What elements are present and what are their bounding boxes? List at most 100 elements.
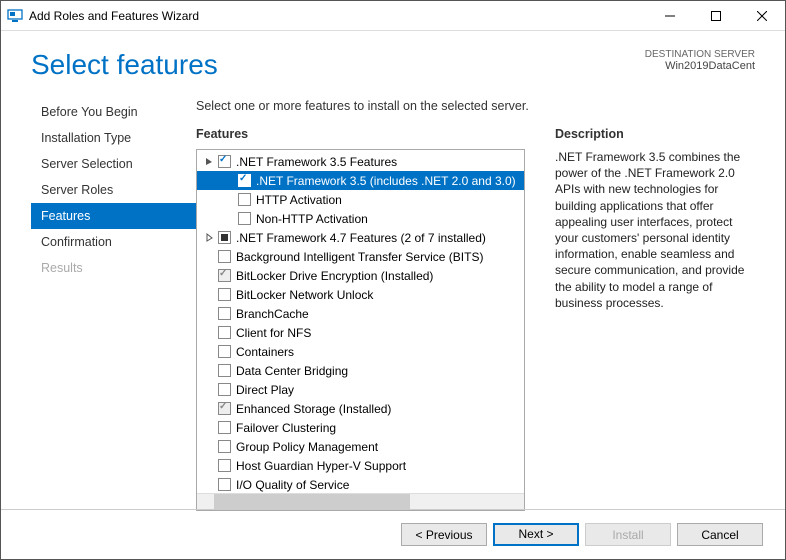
close-button[interactable] <box>739 1 785 30</box>
feature-label: Failover Clustering <box>236 421 336 435</box>
no-expander <box>203 346 215 358</box>
no-expander <box>203 270 215 282</box>
no-expander <box>203 441 215 453</box>
wizard-step[interactable]: Features <box>31 203 196 229</box>
previous-button[interactable]: < Previous <box>401 523 487 546</box>
next-button[interactable]: Next > <box>493 523 579 546</box>
destination-server-label: DESTINATION SERVER Win2019DataCent <box>645 49 755 72</box>
feature-tree-item[interactable]: Group Policy Management <box>197 437 524 456</box>
page-title: Select features <box>31 49 645 81</box>
no-expander <box>223 194 235 206</box>
feature-tree-item[interactable]: Containers <box>197 342 524 361</box>
feature-checkbox[interactable] <box>218 459 231 472</box>
wizard-step[interactable]: Server Selection <box>31 151 196 177</box>
feature-label: Host Guardian Hyper-V Support <box>236 459 406 473</box>
description-text: .NET Framework 3.5 combines the power of… <box>555 149 755 311</box>
feature-label: .NET Framework 3.5 (includes .NET 2.0 an… <box>256 174 516 188</box>
feature-tree-item[interactable]: Host Guardian Hyper-V Support <box>197 456 524 475</box>
feature-tree-item[interactable]: Direct Play <box>197 380 524 399</box>
feature-label: Client for NFS <box>236 326 311 340</box>
feature-label: BitLocker Drive Encryption (Installed) <box>236 269 433 283</box>
feature-checkbox[interactable] <box>218 478 231 491</box>
no-expander <box>203 403 215 415</box>
horizontal-scrollbar[interactable] <box>197 493 524 510</box>
feature-label: Non-HTTP Activation <box>256 212 368 226</box>
cancel-button[interactable]: Cancel <box>677 523 763 546</box>
feature-label: BranchCache <box>236 307 309 321</box>
feature-checkbox[interactable] <box>218 307 231 320</box>
feature-label: .NET Framework 3.5 Features <box>236 155 397 169</box>
titlebar: Add Roles and Features Wizard <box>1 1 785 31</box>
feature-label: I/O Quality of Service <box>236 478 349 492</box>
maximize-button[interactable] <box>693 1 739 30</box>
no-expander <box>203 422 215 434</box>
features-tree[interactable]: .NET Framework 3.5 Features .NET Framewor… <box>197 150 524 493</box>
collapse-icon[interactable] <box>203 156 215 168</box>
feature-tree-item[interactable]: Data Center Bridging <box>197 361 524 380</box>
feature-checkbox[interactable] <box>218 326 231 339</box>
feature-label: BitLocker Network Unlock <box>236 288 373 302</box>
no-expander <box>203 289 215 301</box>
feature-checkbox[interactable] <box>238 193 251 206</box>
feature-tree-item[interactable]: Non-HTTP Activation <box>197 209 524 228</box>
no-expander <box>223 213 235 225</box>
feature-tree-item[interactable]: BranchCache <box>197 304 524 323</box>
feature-checkbox[interactable] <box>218 364 231 377</box>
feature-label: Direct Play <box>236 383 294 397</box>
feature-tree-item[interactable]: .NET Framework 3.5 Features <box>197 152 524 171</box>
feature-label: .NET Framework 4.7 Features (2 of 7 inst… <box>236 231 486 245</box>
feature-tree-item[interactable]: Background Intelligent Transfer Service … <box>197 247 524 266</box>
feature-tree-item[interactable]: BitLocker Drive Encryption (Installed) <box>197 266 524 285</box>
wizard-step[interactable]: Before You Begin <box>31 99 196 125</box>
no-expander <box>223 175 235 187</box>
feature-tree-item[interactable]: Failover Clustering <box>197 418 524 437</box>
wizard-footer: < Previous Next > Install Cancel <box>1 509 785 559</box>
feature-checkbox[interactable] <box>218 288 231 301</box>
wizard-step: Results <box>31 255 196 281</box>
no-expander <box>203 308 215 320</box>
wizard-step[interactable]: Server Roles <box>31 177 196 203</box>
feature-label: Data Center Bridging <box>236 364 348 378</box>
feature-tree-item[interactable]: HTTP Activation <box>197 190 524 209</box>
feature-label: HTTP Activation <box>256 193 342 207</box>
feature-checkbox[interactable] <box>218 440 231 453</box>
feature-tree-item[interactable]: Client for NFS <box>197 323 524 342</box>
wizard-step[interactable]: Confirmation <box>31 229 196 255</box>
window-title: Add Roles and Features Wizard <box>29 9 647 23</box>
feature-checkbox[interactable] <box>218 345 231 358</box>
feature-checkbox[interactable] <box>218 402 231 415</box>
feature-checkbox[interactable] <box>218 250 231 263</box>
feature-tree-item[interactable]: .NET Framework 3.5 (includes .NET 2.0 an… <box>197 171 524 190</box>
feature-label: Group Policy Management <box>236 440 378 454</box>
wizard-step[interactable]: Installation Type <box>31 125 196 151</box>
feature-checkbox[interactable] <box>218 269 231 282</box>
feature-checkbox[interactable] <box>218 383 231 396</box>
feature-label: Containers <box>236 345 294 359</box>
no-expander <box>203 479 215 491</box>
feature-tree-item[interactable]: .NET Framework 4.7 Features (2 of 7 inst… <box>197 228 524 247</box>
feature-checkbox[interactable] <box>218 155 231 168</box>
wizard-steps-sidebar: Before You BeginInstallation TypeServer … <box>31 91 196 511</box>
expand-icon[interactable] <box>203 232 215 244</box>
feature-checkbox[interactable] <box>238 212 251 225</box>
feature-label: Enhanced Storage (Installed) <box>236 402 391 416</box>
feature-tree-item[interactable]: I/O Quality of Service <box>197 475 524 493</box>
no-expander <box>203 327 215 339</box>
install-button[interactable]: Install <box>585 523 671 546</box>
no-expander <box>203 460 215 472</box>
wizard-header: Select features DESTINATION SERVER Win20… <box>1 31 785 91</box>
no-expander <box>203 384 215 396</box>
server-manager-icon <box>7 8 23 24</box>
no-expander <box>203 365 215 377</box>
description-pane-title: Description <box>555 127 755 141</box>
no-expander <box>203 251 215 263</box>
feature-label: Background Intelligent Transfer Service … <box>236 250 483 264</box>
features-pane-title: Features <box>196 127 525 141</box>
instruction-text: Select one or more features to install o… <box>196 99 755 113</box>
minimize-button[interactable] <box>647 1 693 30</box>
feature-checkbox[interactable] <box>218 231 231 244</box>
feature-checkbox[interactable] <box>238 174 251 187</box>
feature-checkbox[interactable] <box>218 421 231 434</box>
feature-tree-item[interactable]: Enhanced Storage (Installed) <box>197 399 524 418</box>
feature-tree-item[interactable]: BitLocker Network Unlock <box>197 285 524 304</box>
